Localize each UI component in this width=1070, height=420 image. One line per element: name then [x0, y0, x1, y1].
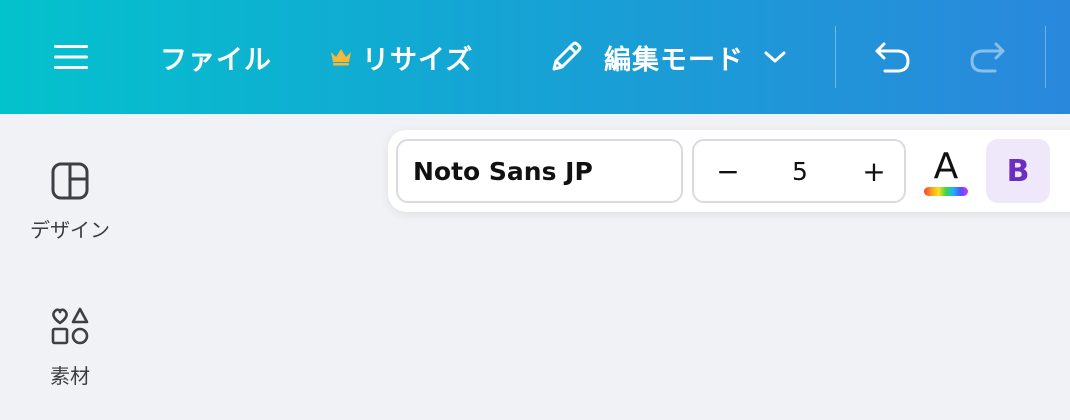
decrease-font-size-button[interactable]: − [710, 141, 746, 201]
sidebar-item-label: デザイン [30, 218, 110, 242]
resize-label: リサイズ [362, 44, 474, 76]
sidebar-item-elements[interactable]: 素材 [0, 306, 140, 389]
redo-icon [970, 42, 1005, 73]
increase-font-size-button[interactable]: + [856, 141, 892, 201]
rainbow-color-bar [924, 187, 968, 196]
redo-button[interactable] [964, 36, 1010, 78]
left-sidebar: デザイン 素材 [0, 114, 140, 420]
text-color-icon: A [933, 146, 959, 187]
undo-button[interactable] [870, 36, 916, 78]
font-size-stepper: − 5 + [692, 139, 906, 203]
main-menu-button[interactable] [50, 36, 92, 78]
edit-mode-dropdown[interactable]: 編集モード [546, 34, 786, 80]
toolbar-divider [1045, 26, 1046, 88]
font-family-value: Noto Sans JP [413, 156, 593, 186]
design-layout-icon [51, 162, 89, 200]
sidebar-item-design[interactable]: デザイン [0, 162, 140, 243]
crown-icon [330, 48, 352, 66]
file-menu-label: ファイル [160, 44, 272, 76]
chevron-down-icon [764, 50, 786, 64]
text-color-button[interactable]: A [920, 144, 972, 200]
resize-button[interactable]: リサイズ [330, 34, 473, 80]
file-menu-button[interactable]: ファイル [160, 34, 272, 80]
undo-icon [875, 42, 910, 73]
top-toolbar: ファイル リサイズ 編集モード [0, 0, 1070, 114]
bold-button[interactable]: B [986, 139, 1050, 203]
toolbar-divider [835, 26, 836, 88]
sidebar-item-label: 素材 [50, 364, 90, 388]
font-family-selector[interactable]: Noto Sans JP [396, 139, 683, 203]
pencil-icon [546, 37, 586, 77]
font-size-input[interactable]: 5 [764, 141, 836, 201]
elements-shapes-icon [51, 307, 89, 345]
text-format-toolbar: Noto Sans JP − 5 + A B [388, 130, 1070, 212]
hamburger-menu-icon [54, 45, 88, 69]
edit-mode-label: 編集モード [604, 44, 744, 76]
